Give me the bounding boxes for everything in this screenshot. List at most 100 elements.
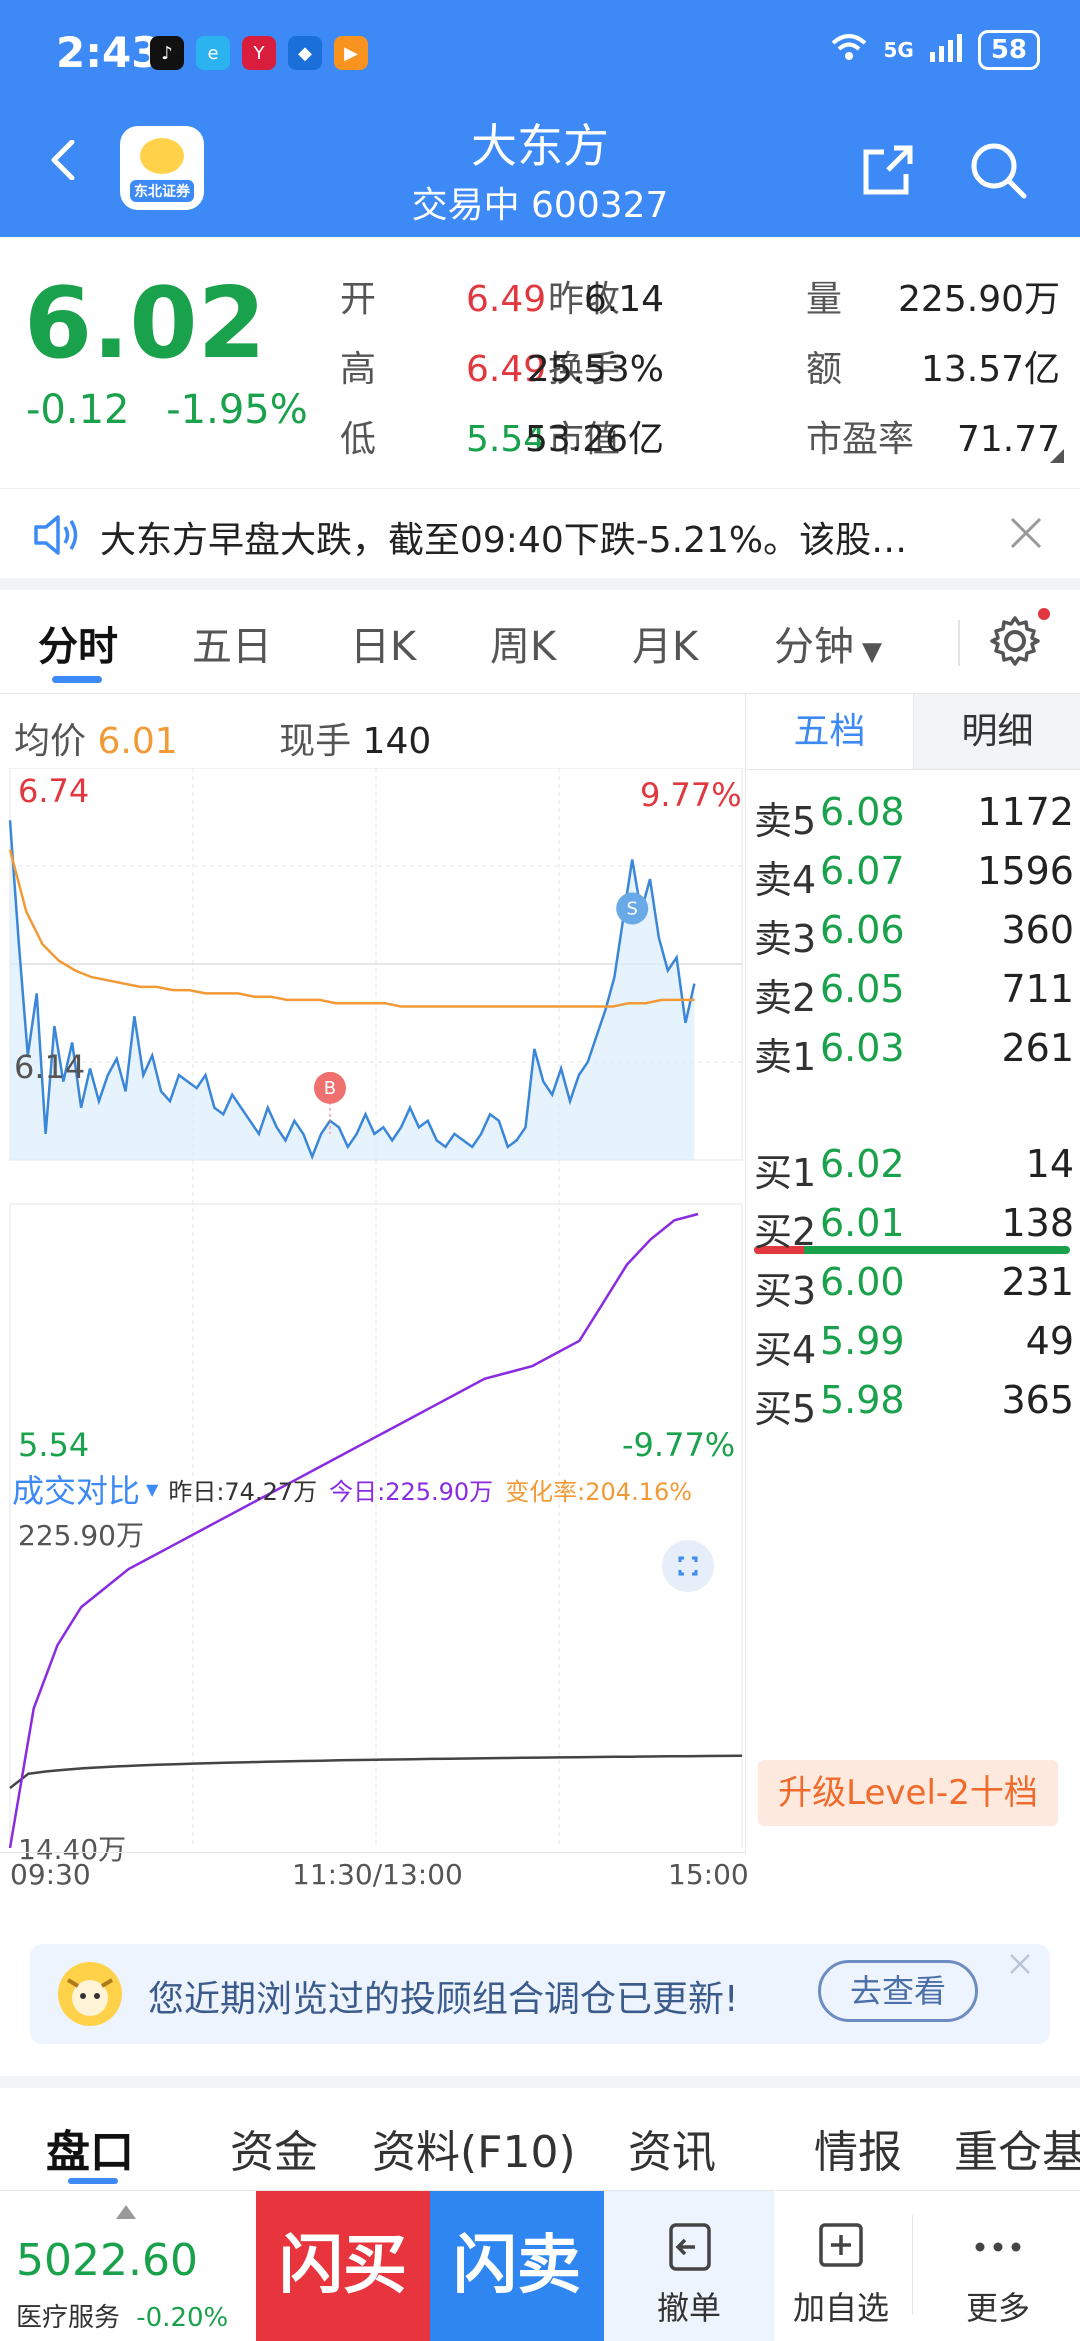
sell-level-row[interactable]: 卖5 6.08 1172 — [754, 782, 1074, 843]
level-label: 买4 — [754, 1328, 817, 1372]
hand-value: 140 — [362, 721, 432, 762]
tab-detail[interactable]: 明细 — [913, 694, 1080, 770]
tab-order-book[interactable]: 盘口 — [46, 2116, 134, 2180]
tab-five-day[interactable]: 五日 — [192, 614, 272, 672]
sell-level-row[interactable]: 卖1 6.03 261 — [754, 1018, 1074, 1079]
divider — [958, 620, 960, 666]
level-price: 6.05 — [820, 967, 905, 1011]
level-volume: 231 — [1001, 1260, 1074, 1304]
quote-value: 225.90万 — [898, 279, 1060, 320]
quote-label: 低 — [340, 419, 377, 460]
expand-up-icon[interactable] — [116, 2205, 136, 2219]
notification-icons: ♪ e Y ◆ ▶ — [150, 36, 368, 70]
tab-profile[interactable]: 资料(F10) — [372, 2116, 576, 2180]
tab-heavy-funds[interactable]: 重仓基 — [954, 2116, 1080, 2180]
time-label: 11:30/13:00 — [292, 1858, 463, 1891]
info-tabs: 盘口 资金 资料(F10) 资讯 情报 重仓基 — [0, 2090, 1080, 2190]
avg-value: 6.01 — [97, 721, 178, 762]
dropdown-icon: ▼ — [862, 637, 882, 667]
expand-corner-icon[interactable] — [1050, 449, 1064, 463]
upgrade-level2-button[interactable]: 升级Level-2十档 — [758, 1760, 1058, 1826]
notice-text: 大东方早盘大跌，截至09:40下跌-5.21%。该股… — [100, 520, 908, 561]
share-icon[interactable] — [858, 140, 918, 200]
app-notify-icon: e — [196, 36, 230, 70]
sell-level-row[interactable]: 卖4 6.07 1596 — [754, 841, 1074, 902]
tab-monthly-k[interactable]: 月K — [632, 614, 698, 672]
quote-label: 额 — [806, 349, 843, 390]
quote-grid: 开 6.49 昨收 6.14 量 225.90万 高 6.49 换手 25.53… — [340, 265, 1060, 475]
quote-label: 开 — [340, 279, 377, 320]
battery-icon: 58 — [977, 30, 1040, 70]
level-label: 买3 — [754, 1269, 817, 1313]
tab-weekly-k[interactable]: 周K — [490, 614, 556, 672]
level-price: 6.08 — [820, 790, 905, 834]
order-book-tabs: 五档 明细 — [746, 694, 1080, 770]
volume-compare-row: 成交对比 ▼ 昨日:74.27万 今日:225.90万 变化率:204.16% — [12, 1466, 692, 1512]
add-square-icon — [813, 2219, 869, 2275]
stock-name: 大东方 — [471, 119, 609, 173]
view-button[interactable]: 去查看 — [818, 1960, 978, 2022]
vol-title[interactable]: 成交对比 — [12, 1466, 140, 1512]
close-icon[interactable] — [1008, 1952, 1032, 1980]
level-volume: 1172 — [977, 790, 1074, 834]
tab-daily-k[interactable]: 日K — [350, 614, 416, 672]
level-label: 卖3 — [754, 917, 817, 961]
sell-level-row[interactable]: 卖2 6.05 711 — [754, 959, 1074, 1020]
divider — [0, 2076, 1080, 2088]
advisor-banner[interactable]: 您近期浏览过的投顾组合调仓已更新! 去查看 — [30, 1944, 1050, 2044]
quote-label: 市盈率 — [806, 419, 915, 460]
add-watchlist-label: 加自选 — [792, 2289, 889, 2327]
level-volume: 365 — [1001, 1378, 1074, 1422]
tab-news[interactable]: 资讯 — [628, 2116, 716, 2180]
order-book: 五档 明细 卖5 6.08 1172 卖4 6.07 1596 卖3 6.06 360 卖2 6.0… — [745, 694, 1080, 1854]
sector-index-value[interactable]: 5022.60 — [16, 2235, 198, 2286]
vol-top-label: 225.90万 — [18, 1519, 144, 1552]
bank-icon: ◆ — [288, 36, 322, 70]
fullscreen-button[interactable] — [662, 1540, 714, 1592]
avg-price-row: 均价 6.01 现手 140 — [14, 712, 431, 764]
buy-level-row[interactable]: 买1 6.02 14 — [754, 1134, 1074, 1195]
current-price: 6.02 — [24, 267, 266, 381]
sell-level-row[interactable]: 卖3 6.06 360 — [754, 900, 1074, 961]
level-label: 卖5 — [754, 799, 817, 843]
level-price: 6.07 — [820, 849, 905, 893]
gear-icon[interactable] — [988, 608, 1050, 672]
sector-change: -0.20% — [136, 2303, 229, 2333]
signal-icon — [928, 32, 964, 69]
tab-intel[interactable]: 情报 — [814, 2116, 902, 2180]
intraday-chart-area[interactable]: 均价 6.01 现手 140 BS 6.74 9.77% 6.14 5.54 -… — [0, 694, 749, 1891]
level-volume: 138 — [1001, 1201, 1074, 1245]
tab-funds[interactable]: 资金 — [230, 2116, 318, 2180]
news-notice[interactable]: 大东方早盘大跌，截至09:40下跌-5.21%。该股… — [0, 488, 1080, 578]
quote-value: 71.77 — [956, 419, 1060, 460]
system-status: 5G 58 — [829, 30, 1040, 70]
level-volume: 14 — [1025, 1142, 1074, 1186]
network-label: 5G — [883, 38, 914, 62]
level-price: 6.06 — [820, 908, 905, 952]
quote-label: 高 — [340, 349, 377, 390]
stock-status: 交易中 600327 — [411, 185, 669, 226]
add-watchlist-button[interactable]: 加自选 — [756, 2191, 926, 2341]
buy-level-row[interactable]: 买4 5.99 49 — [754, 1311, 1074, 1372]
video-icon: ▶ — [334, 36, 368, 70]
level-volume: 1596 — [977, 849, 1074, 893]
level-volume: 49 — [1025, 1319, 1074, 1363]
close-icon[interactable] — [1010, 517, 1042, 553]
cancel-order-button[interactable]: 撤单 — [604, 2191, 774, 2341]
tab-intraday[interactable]: 分时 — [38, 614, 118, 672]
buy-level-row[interactable]: 买2 6.01 138 — [754, 1193, 1074, 1254]
speaker-icon — [32, 513, 82, 561]
divider — [0, 1852, 745, 1853]
flash-buy-button[interactable]: 闪买 — [256, 2191, 430, 2341]
tab-minute[interactable]: 分钟 ▼ — [774, 614, 882, 672]
change-value: -0.12 — [26, 387, 130, 433]
tab-five-level[interactable]: 五档 — [746, 694, 913, 770]
search-icon[interactable] — [968, 140, 1028, 200]
tab-minute-label: 分钟 — [774, 624, 854, 670]
buy-level-row[interactable]: 买3 6.00 231 — [754, 1252, 1074, 1313]
buy-level-row[interactable]: 买5 5.98 365 — [754, 1370, 1074, 1431]
time-label: 09:30 — [10, 1858, 91, 1891]
level-volume: 261 — [1001, 1026, 1074, 1070]
more-button[interactable]: 更多 — [916, 2191, 1080, 2341]
flash-sell-button[interactable]: 闪卖 — [430, 2191, 604, 2341]
